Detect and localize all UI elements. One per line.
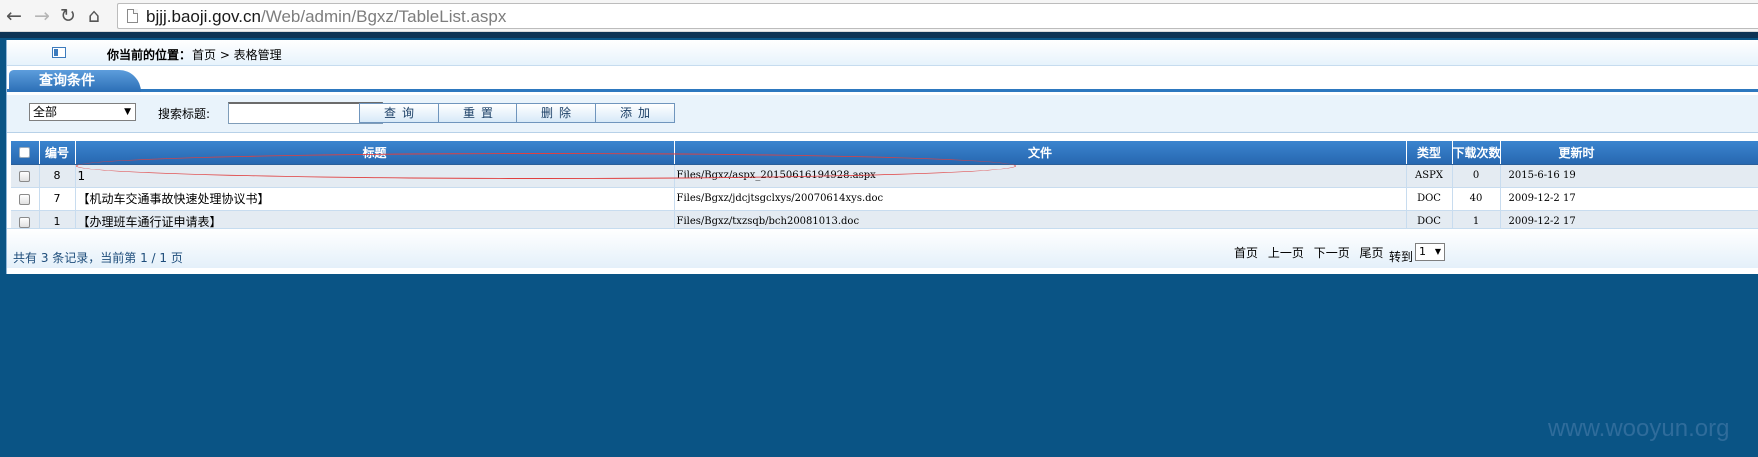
column-header-downloads: 下载次数: [1452, 141, 1501, 165]
column-header-type: 类型: [1406, 141, 1453, 165]
cell-file[interactable]: Files/Bgxz/aspx_20150616194928.aspx: [674, 164, 1407, 188]
cell-type: ASPX: [1406, 164, 1453, 188]
breadcrumb-bar: 你当前的位置： 首页 > 表格管理: [7, 40, 1758, 66]
browser-toolbar: ← → ↻ ⌂ bjjj.baoji.gov.cn/Web/admin/Bgxz…: [0, 0, 1758, 32]
url-text: bjjj.baoji.gov.cn/Web/admin/Bgxz/TableLi…: [146, 7, 507, 26]
back-icon[interactable]: ←: [2, 4, 26, 28]
cell-file[interactable]: Files/Bgxz/jdcjtsgclxys/20070614xys.doc: [674, 187, 1407, 211]
page-select-value: 1: [1419, 245, 1426, 258]
record-count: 共有 3 条记录，当前第 1 / 1 页: [13, 251, 183, 265]
category-select-value: 全部: [33, 105, 58, 119]
top-strip: [0, 32, 1758, 38]
row-checkbox[interactable]: [19, 170, 31, 182]
row-checkbox-cell: [11, 164, 40, 188]
table-row[interactable]: 8 1 Files/Bgxz/aspx_20150616194928.aspx …: [11, 164, 1758, 188]
next-page-link[interactable]: 下一页: [1314, 246, 1350, 260]
column-header-file: 文件: [674, 141, 1407, 165]
page-icon: [127, 9, 138, 23]
sidebar-toggle-icon[interactable]: [52, 47, 66, 58]
page-select[interactable]: 1 ▼: [1415, 243, 1445, 261]
tab-query-conditions[interactable]: 查询条件: [9, 70, 141, 92]
breadcrumb: 首页 > 表格管理: [192, 48, 282, 62]
pager-links: 首页 上一页 下一页 尾页: [1234, 244, 1390, 261]
chevron-down-icon: ▼: [124, 107, 131, 117]
file-table: 编号 标题 文件 类型 下载次数 更新时 8 1 Files/Bgxz/aspx…: [11, 141, 1758, 234]
category-select[interactable]: 全部 ▼: [29, 103, 136, 121]
cell-type: DOC: [1406, 187, 1453, 211]
filter-bar: 全部 ▼ 搜索标题: 查询 重置 删除 添加: [7, 95, 1758, 133]
home-icon[interactable]: ⌂: [82, 4, 106, 28]
prev-page-link[interactable]: 上一页: [1268, 246, 1304, 260]
select-all-header: [11, 141, 40, 165]
goto-label: 转到: [1389, 250, 1414, 264]
cell-id: 7: [39, 187, 76, 211]
reset-button[interactable]: 重置: [438, 103, 518, 123]
cell-id: 8: [39, 164, 76, 188]
cell-updated: 2009-12-2 17: [1500, 187, 1758, 211]
tab-row: 查询条件: [7, 70, 1758, 92]
content-panel: 你当前的位置： 首页 > 表格管理 查询条件 全部 ▼ 搜索标题: 查询 重置 …: [6, 40, 1758, 274]
address-bar[interactable]: bjjj.baoji.gov.cn/Web/admin/Bgxz/TableLi…: [117, 3, 1758, 29]
row-checkbox-cell: [11, 187, 40, 211]
forward-icon[interactable]: →: [30, 4, 54, 28]
search-label: 搜索标题:: [158, 107, 211, 121]
add-button[interactable]: 添加: [595, 103, 675, 123]
search-button[interactable]: 查询: [359, 103, 439, 123]
watermark: www.wooyun.org: [1548, 415, 1730, 442]
select-all-checkbox[interactable]: [19, 147, 31, 159]
chevron-down-icon: ▼: [1434, 247, 1441, 256]
column-header-title: 标题: [75, 141, 675, 165]
cell-title[interactable]: 1: [75, 164, 675, 188]
table-header: 编号 标题 文件 类型 下载次数 更新时: [11, 141, 1758, 165]
table-row[interactable]: 7 【机动车交通事故快速处理协议书】 Files/Bgxz/jdcjtsgclx…: [11, 187, 1758, 211]
cell-downloads: 40: [1452, 187, 1501, 211]
breadcrumb-label: 你当前的位置：: [107, 48, 192, 62]
column-header-id: 编号: [39, 141, 76, 165]
column-header-updated: 更新时: [1500, 141, 1758, 165]
cell-title[interactable]: 【机动车交通事故快速处理协议书】: [75, 187, 675, 211]
last-page-link[interactable]: 尾页: [1360, 246, 1384, 260]
cell-downloads: 0: [1452, 164, 1501, 188]
row-checkbox[interactable]: [19, 216, 31, 228]
pager-bar: 共有 3 条记录，当前第 1 / 1 页 首页 上一页 下一页 尾页 转到 1 …: [7, 228, 1758, 268]
cell-updated: 2015-6-16 19: [1500, 164, 1758, 188]
delete-button[interactable]: 删除: [516, 103, 596, 123]
reload-icon[interactable]: ↻: [56, 4, 80, 28]
row-checkbox[interactable]: [19, 193, 31, 205]
first-page-link[interactable]: 首页: [1234, 246, 1258, 260]
